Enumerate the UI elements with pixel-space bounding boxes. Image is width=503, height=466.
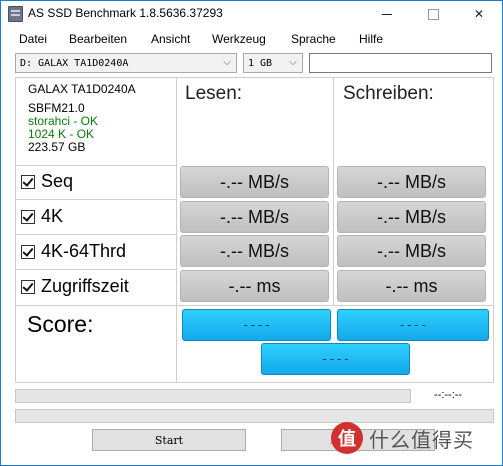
grid-divider <box>176 77 177 383</box>
minimize-button[interactable] <box>364 1 410 27</box>
menu-sprache[interactable]: Sprache <box>291 32 336 46</box>
minimize-icon <box>382 13 392 15</box>
window-title: AS SSD Benchmark 1.8.5636.37293 <box>28 6 223 20</box>
drive-info-panel: GALAX TA1D0240A SBFM21.0 storahci - OK 1… <box>28 83 176 154</box>
grid-border-left <box>15 77 16 383</box>
chevron-down-icon: ⌵ <box>223 57 231 68</box>
menu-hilfe[interactable]: Hilfe <box>359 32 383 46</box>
4k-row-label[interactable]: 4K <box>21 206 63 227</box>
grid-divider <box>15 269 176 270</box>
4k-checkbox[interactable] <box>21 209 35 224</box>
access-time-checkbox[interactable] <box>21 279 35 294</box>
close-icon: ✕ <box>473 7 485 21</box>
total-progress-bar <box>15 409 494 423</box>
access-time-read-result: -.-- ms <box>180 270 329 302</box>
benchmark-grid: GALAX TA1D0240A SBFM21.0 storahci - OK 1… <box>15 77 494 383</box>
drive-model: GALAX TA1D0240A <box>28 82 136 96</box>
app-drive-icon <box>8 6 23 22</box>
grid-divider <box>15 199 176 200</box>
4k64-checkbox[interactable] <box>21 244 35 259</box>
elapsed-time: --:--:-- <box>434 389 463 401</box>
4k-write-result: -.-- MB/s <box>337 201 486 233</box>
maximize-button[interactable] <box>410 1 456 27</box>
4k64-label: 4K-64Thrd <box>41 241 127 261</box>
watermark: 值 什么值得买 <box>331 422 474 454</box>
score-write: ---- <box>337 309 489 341</box>
close-button[interactable]: ✕ <box>456 1 502 27</box>
start-button[interactable]: Start <box>92 429 246 451</box>
score-total: ---- <box>261 343 410 375</box>
maximize-icon <box>427 8 439 20</box>
watermark-logo-icon: 值 <box>331 422 363 454</box>
test-size-value: 1 GB <box>248 58 273 69</box>
access-time-write-result: -.-- ms <box>337 270 486 302</box>
4k-read-result: -.-- MB/s <box>180 201 329 233</box>
read-column-header: Lesen: <box>185 83 243 104</box>
seq-row-label[interactable]: Seq <box>21 171 73 192</box>
score-read: ---- <box>182 309 331 341</box>
grid-divider <box>333 77 334 305</box>
4k64-row-label[interactable]: 4K-64Thrd <box>21 241 126 262</box>
title-bar[interactable]: AS SSD Benchmark 1.8.5636.37293 ✕ <box>1 1 502 27</box>
grid-divider <box>15 165 176 166</box>
write-column-header: Schreiben: <box>343 83 434 104</box>
app-window: AS SSD Benchmark 1.8.5636.37293 ✕ Datei … <box>0 0 503 466</box>
test-size-select[interactable]: 1 GB ⌵ <box>243 53 303 73</box>
drive-select-value: D: GALAX TA1D0240A <box>20 58 129 69</box>
drive-select[interactable]: D: GALAX TA1D0240A ⌵ <box>15 53 237 73</box>
menu-bearbeiten[interactable]: Bearbeiten <box>69 32 127 46</box>
menu-werkzeug[interactable]: Werkzeug <box>212 32 266 46</box>
seq-read-result: -.-- MB/s <box>180 166 329 198</box>
grid-border-right <box>493 77 494 383</box>
grid-divider <box>15 234 176 235</box>
chevron-down-icon: ⌵ <box>289 57 297 68</box>
access-time-row-label[interactable]: Zugriffszeit <box>21 276 129 297</box>
menu-bar: Datei Bearbeiten Ansicht Werkzeug Sprach… <box>1 28 502 50</box>
grid-border-top <box>15 77 494 78</box>
watermark-text: 什么值得买 <box>369 429 474 452</box>
menu-ansicht[interactable]: Ansicht <box>151 32 190 46</box>
grid-divider <box>15 305 494 306</box>
menu-datei[interactable]: Datei <box>19 32 47 46</box>
4k-label: 4K <box>41 206 64 226</box>
access-time-label: Zugriffszeit <box>41 276 129 296</box>
seq-write-result: -.-- MB/s <box>337 166 486 198</box>
score-label: Score: <box>27 311 94 337</box>
drive-info-field[interactable] <box>309 53 492 73</box>
4k64-read-result: -.-- MB/s <box>180 235 329 267</box>
drive-capacity: 223.57 GB <box>28 140 86 154</box>
test-progress-bar <box>15 389 411 403</box>
seq-checkbox[interactable] <box>21 174 35 189</box>
grid-border-bottom <box>15 382 494 383</box>
seq-label: Seq <box>41 171 74 191</box>
4k64-write-result: -.-- MB/s <box>337 235 486 267</box>
